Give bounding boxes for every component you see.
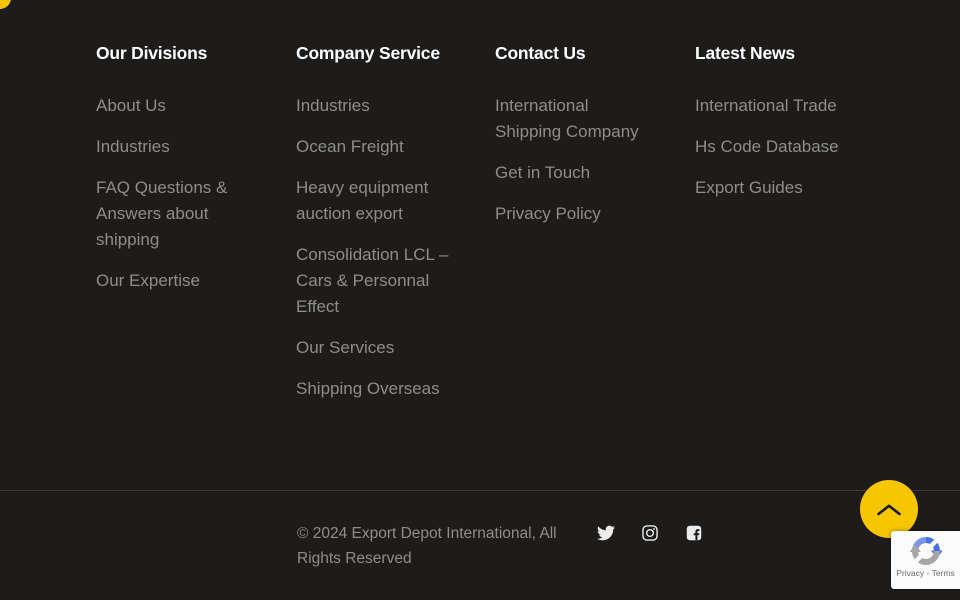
footer-link[interactable]: Our Expertise [96,268,200,294]
twitter-link[interactable] [597,524,615,542]
footer-link[interactable]: FAQ Questions & Answers about shipping [96,175,259,253]
instagram-link[interactable] [641,524,659,542]
footer-column: Company Service Industries Ocean Freight He… [296,44,495,417]
chevron-up-icon [876,503,902,516]
footer-link[interactable]: Heavy equipment auction export [296,175,458,227]
footer: Our Divisions About Us Industries FAQ Quest… [0,0,960,600]
instagram-icon [641,524,659,542]
footer-column: Contact Us International Shipping Company… [495,44,695,417]
footer-link-list: International Trade Hs Code Database Expor… [695,93,923,201]
footer-link[interactable]: Ocean Freight [296,134,404,160]
footer-column: Our Divisions About Us Industries FAQ Quest… [96,44,296,417]
footer-link[interactable]: Privacy Policy [495,201,601,227]
footer-column-title: Our Divisions [96,44,259,62]
footer-link-list: About Us Industries FAQ Questions & Answer… [96,93,259,294]
footer-link[interactable]: About Us [96,93,166,119]
footer-column-title: Company Service [296,44,458,62]
recaptcha-logo-icon [910,535,942,567]
footer-link[interactable]: Shipping Overseas [296,376,440,402]
footer-link[interactable]: Our Services [296,335,394,361]
facebook-link[interactable] [685,524,703,542]
footer-link[interactable]: Industries [296,93,370,119]
footer-link[interactable]: Hs Code Database [695,134,839,160]
recaptcha-privacy-terms[interactable]: Privacy - Terms [891,568,960,578]
footer-link[interactable]: Get in Touch [495,160,590,186]
recaptcha-badge[interactable]: Privacy - Terms [891,531,960,589]
footer-link[interactable]: International Shipping Company [495,93,658,145]
footer-link-list: International Shipping Company Get in Tou… [495,93,658,227]
footer-column-title: Contact Us [495,44,658,62]
footer-column: Latest News International Trade Hs Code Da… [695,44,960,417]
footer-column-title: Latest News [695,44,923,62]
social-links [597,524,703,542]
footer-link[interactable]: International Trade [695,93,837,119]
facebook-icon [685,524,703,542]
footer-link[interactable]: Consolidation LCL – Cars & Personnal Eff… [296,242,458,320]
scroll-to-top-button[interactable] [860,480,918,538]
footer-bottom-bar: © 2024 Export Depot International, All R… [0,491,960,600]
twitter-icon [597,524,615,542]
footer-link[interactable]: Industries [96,134,170,160]
footer-link[interactable]: Export Guides [695,175,803,201]
footer-link-columns: Our Divisions About Us Industries FAQ Quest… [0,0,960,490]
footer-link-list: Industries Ocean Freight Heavy equipment a… [296,93,458,402]
copyright-text: © 2024 Export Depot International, All R… [297,521,572,571]
